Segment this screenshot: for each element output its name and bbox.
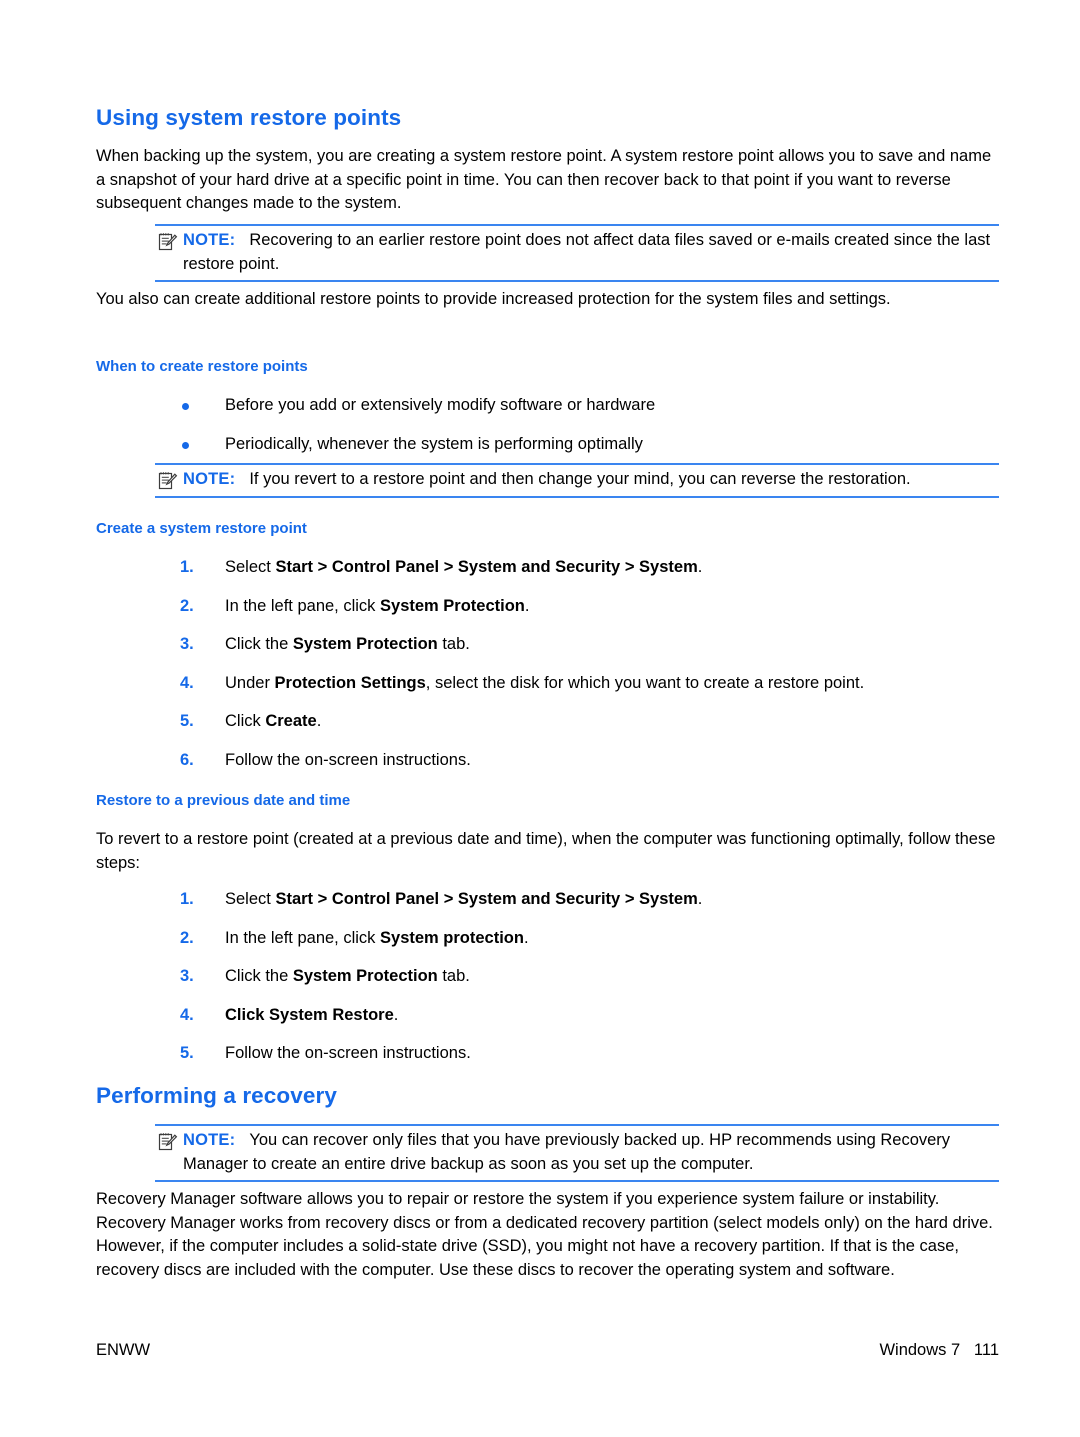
step-number: 2. xyxy=(180,928,194,947)
bullet-list: Before you add or extensively modify sof… xyxy=(96,394,999,456)
note-label: NOTE: xyxy=(183,470,236,488)
step-number: 1. xyxy=(180,890,194,908)
step-text: Follow the on-screen instructions. xyxy=(225,1044,471,1062)
note-label: NOTE: xyxy=(183,1131,236,1149)
recovery-manager-paragraph: Recovery Manager software allows you to … xyxy=(96,1190,993,1279)
step-number: 2. xyxy=(180,596,194,615)
footer-left: ENWW xyxy=(96,1341,151,1359)
revert-intro-paragraph: To revert to a restore point (created at… xyxy=(96,830,996,872)
additional-paragraph: You also can create additional restore p… xyxy=(96,290,891,308)
step-text: Follow the on-screen instructions. xyxy=(225,750,471,769)
step-number: 6. xyxy=(180,750,194,769)
step-number: 4. xyxy=(180,1005,194,1024)
heading-create-restore-point: Create a system restore point xyxy=(96,520,307,537)
step-text: Click the System Protection tab. xyxy=(225,967,470,985)
step-text: Under Protection Settings, select the di… xyxy=(225,673,865,692)
note-document-pencil-icon xyxy=(158,232,178,252)
note-document-pencil-icon xyxy=(158,471,178,491)
list-item: 5. Follow the on-screen instructions. xyxy=(180,1042,999,1066)
note-label: NOTE: xyxy=(183,231,236,249)
step-text: Click the System Protection tab. xyxy=(225,635,470,653)
bullet-text: Before you add or extensively modify sof… xyxy=(225,396,656,414)
list-item: Before you add or extensively modify sof… xyxy=(180,394,999,418)
step-number: 5. xyxy=(180,1044,194,1062)
list-item: 4. Under Protection Settings, select the … xyxy=(180,672,999,696)
step-text: Select Start > Control Panel > System an… xyxy=(225,558,703,576)
step-number: 1. xyxy=(180,558,194,576)
step-text: Select Start > Control Panel > System an… xyxy=(225,890,703,908)
note-box-2: NOTE: If you revert to a restore point an… xyxy=(155,463,999,498)
step-number: 4. xyxy=(180,673,194,692)
step-number: 3. xyxy=(180,635,194,653)
footer-right: Windows 7 111 xyxy=(879,1341,999,1359)
restore-steps-list: 1. Select Start > Control Panel > System … xyxy=(96,888,999,1066)
list-item: 3. Click the System Protection tab. xyxy=(180,965,999,989)
list-item: 1. Select Start > Control Panel > System … xyxy=(180,888,999,912)
bullet-dot-icon xyxy=(182,441,189,449)
note-3-text: You can recover only files that you have… xyxy=(183,1131,951,1173)
create-steps-list: 1. Select Start > Control Panel > System … xyxy=(96,556,999,772)
list-item: 3. Click the System Protection tab. xyxy=(180,633,999,657)
list-item: 2. In the left pane, click System Protect… xyxy=(180,595,999,619)
note-box-1: NOTE: Recovering to an earlier restore po… xyxy=(155,224,999,282)
list-item: 6. Follow the on-screen instructions. xyxy=(180,749,999,773)
step-text: Click Create. xyxy=(225,712,322,730)
heading-when-to-create: When to create restore points xyxy=(96,358,308,375)
list-item: 1. Select Start > Control Panel > System … xyxy=(180,556,999,580)
list-item: Periodically, whenever the system is per… xyxy=(180,433,999,457)
list-item: 4. Click System Restore. xyxy=(180,1004,999,1028)
document-page: Using system restore points When backing… xyxy=(0,0,1080,1437)
heading-performing-recovery: Performing a recovery xyxy=(96,1083,337,1108)
step-text: In the left pane, click System Protectio… xyxy=(225,596,530,615)
note-3-body: NOTE: You can recover only files that you… xyxy=(183,1129,999,1176)
list-item: 2. In the left pane, click System protect… xyxy=(180,927,999,951)
note-2-text: If you revert to a restore point and the… xyxy=(249,470,911,488)
bullet-text: Periodically, whenever the system is per… xyxy=(225,434,643,453)
bullet-dot-icon xyxy=(182,403,189,410)
intro-paragraph: When backing up the system, you are crea… xyxy=(96,147,992,212)
step-number: 3. xyxy=(180,967,194,985)
note-2-body: NOTE: If you revert to a restore point an… xyxy=(183,468,999,492)
note-box-3: NOTE: You can recover only files that you… xyxy=(155,1124,999,1182)
page-content: Using system restore points When backing… xyxy=(96,0,999,1437)
step-number: 5. xyxy=(180,712,194,730)
step-text: In the left pane, click System protectio… xyxy=(225,928,529,947)
note-1-body: NOTE: Recovering to an earlier restore po… xyxy=(183,229,999,276)
list-item: 5. Click Create. xyxy=(180,710,999,734)
note-document-pencil-icon xyxy=(158,1132,178,1152)
page-title: Using system restore points xyxy=(96,105,402,130)
note-1-text: Recovering to an earlier restore point d… xyxy=(183,231,991,273)
step-text: Click System Restore. xyxy=(225,1005,399,1024)
heading-restore-previous: Restore to a previous date and time xyxy=(96,792,351,809)
